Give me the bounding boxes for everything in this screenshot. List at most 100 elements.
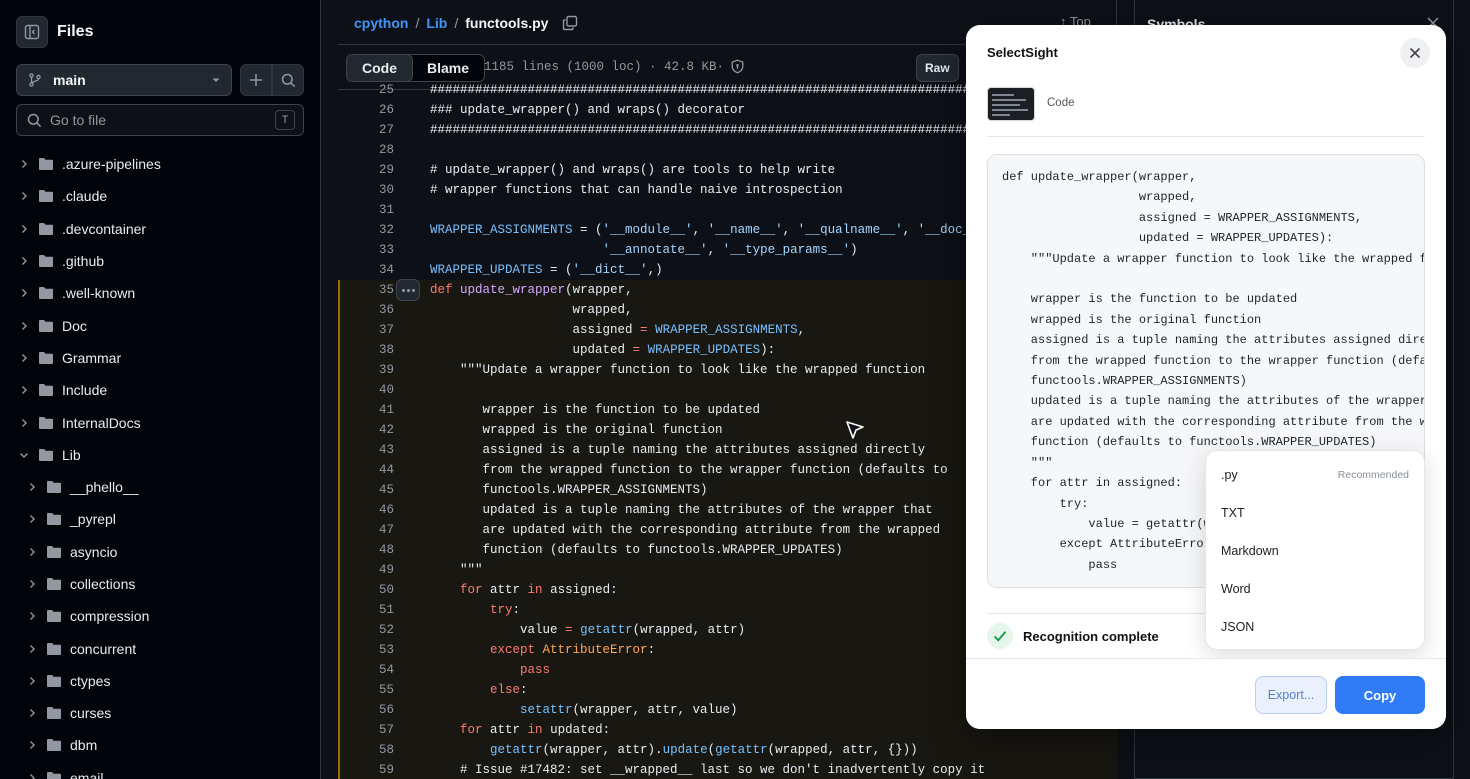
line-number[interactable]: 39 [358,360,394,380]
chevron-right-icon[interactable] [16,321,32,331]
tree-item-folder[interactable]: .devcontainer [0,213,320,245]
tree-item-folder[interactable]: .well-known [0,277,320,309]
chevron-right-icon[interactable] [16,191,32,201]
tree-item-folder[interactable]: .azure-pipelines [0,148,320,180]
line-number[interactable]: 57 [358,720,394,740]
dialog-close-button[interactable] [1400,38,1430,68]
tree-item-folder[interactable]: compression [0,600,320,632]
chevron-right-icon[interactable] [24,740,40,750]
chevron-down-icon[interactable] [16,450,32,460]
chevron-right-icon[interactable] [16,256,32,266]
tree-item-folder[interactable]: .claude [0,180,320,212]
tree-item-folder[interactable]: __phello__ [0,471,320,503]
export-option[interactable]: Word [1206,570,1424,608]
tree-item-folder[interactable]: .github [0,245,320,277]
line-number[interactable]: 30 [358,180,394,200]
export-option[interactable]: JSON [1206,608,1424,646]
search-files-button[interactable] [272,64,304,96]
collapse-sidebar-button[interactable] [16,16,48,48]
chevron-right-icon[interactable] [24,708,40,718]
export-option[interactable]: Markdown [1206,532,1424,570]
line-number[interactable]: 26 [358,100,394,120]
line-number[interactable]: 42 [358,420,394,440]
view-mode-toggle: Code Blame [346,54,486,82]
tree-item-folder[interactable]: Doc [0,309,320,341]
tree-item-folder[interactable]: ctypes [0,665,320,697]
chevron-right-icon[interactable] [24,579,40,589]
line-number[interactable]: 50 [358,580,394,600]
branch-selector[interactable]: main [16,64,232,96]
line-number[interactable]: 31 [358,200,394,220]
chevron-right-icon[interactable] [24,644,40,654]
line-number[interactable]: 46 [358,500,394,520]
line-number[interactable]: 35 [358,280,394,300]
line-number[interactable]: 49 [358,560,394,580]
chevron-right-icon[interactable] [24,773,40,779]
line-number[interactable]: 58 [358,740,394,760]
copy-path-button[interactable] [562,15,578,31]
export-option[interactable]: .py Recommended [1206,456,1424,494]
tree-item-folder[interactable]: dbm [0,729,320,761]
chevron-right-icon[interactable] [16,288,32,298]
tree-item-folder[interactable]: InternalDocs [0,406,320,438]
chevron-right-icon[interactable] [16,353,32,363]
chevron-right-icon[interactable] [16,385,32,395]
tree-item-folder[interactable]: email [0,762,320,779]
raw-button[interactable]: Raw [916,54,959,82]
go-to-file-field[interactable]: T [16,104,304,136]
line-number[interactable]: 52 [358,620,394,640]
chevron-right-icon[interactable] [24,547,40,557]
tree-item-folder[interactable]: Include [0,374,320,406]
chevron-right-icon[interactable] [16,418,32,428]
line-number[interactable]: 43 [358,440,394,460]
line-number[interactable]: 48 [358,540,394,560]
breadcrumb-dir-link[interactable]: Lib [426,15,447,31]
line-number[interactable]: 29 [358,160,394,180]
code-view-tab[interactable]: Code [347,55,413,81]
tree-item-folder[interactable]: concurrent [0,632,320,664]
line-number[interactable]: 55 [358,680,394,700]
tree-item-folder[interactable]: Grammar [0,342,320,374]
chevron-right-icon[interactable] [24,611,40,621]
line-number[interactable]: 34 [358,260,394,280]
line-number[interactable]: 53 [358,640,394,660]
line-number[interactable]: 51 [358,600,394,620]
chevron-right-icon[interactable] [16,224,32,234]
chevron-right-icon[interactable] [24,482,40,492]
blame-view-tab[interactable]: Blame [412,55,484,81]
line-number[interactable]: 25 [358,80,394,100]
tree-item-folder[interactable]: collections [0,568,320,600]
line-number[interactable]: 38 [358,340,394,360]
chevron-right-icon[interactable] [24,676,40,686]
export-button[interactable]: Export... [1255,676,1327,714]
line-number[interactable]: 45 [358,480,394,500]
tree-item-folder[interactable]: Lib [0,439,320,471]
go-to-file-input[interactable] [50,112,275,128]
line-number[interactable]: 36 [358,300,394,320]
breadcrumb-repo-link[interactable]: cpython [354,15,408,31]
add-file-button[interactable] [240,64,272,96]
export-option[interactable]: TXT [1206,494,1424,532]
line-actions-button[interactable] [396,279,420,301]
line-number[interactable]: 28 [358,140,394,160]
tree-item-folder[interactable]: curses [0,697,320,729]
code-text: functools.WRAPPER_ASSIGNMENTS) [430,483,708,497]
copy-button[interactable]: Copy [1335,676,1425,714]
line-number[interactable]: 32 [358,220,394,240]
chevron-right-icon[interactable] [16,159,32,169]
line-number[interactable]: 56 [358,700,394,720]
chevron-right-icon[interactable] [24,514,40,524]
line-number[interactable]: 59 [358,760,394,779]
search-icon [27,113,42,127]
code-text: from the wrapped function to the wrapper… [430,463,948,477]
line-number[interactable]: 33 [358,240,394,260]
line-number[interactable]: 41 [358,400,394,420]
line-number[interactable]: 44 [358,460,394,480]
line-number[interactable]: 47 [358,520,394,540]
line-number[interactable]: 54 [358,660,394,680]
tree-item-folder[interactable]: _pyrepl [0,503,320,535]
line-number[interactable]: 40 [358,380,394,400]
line-number[interactable]: 37 [358,320,394,340]
tree-item-folder[interactable]: asyncio [0,536,320,568]
line-number[interactable]: 27 [358,120,394,140]
